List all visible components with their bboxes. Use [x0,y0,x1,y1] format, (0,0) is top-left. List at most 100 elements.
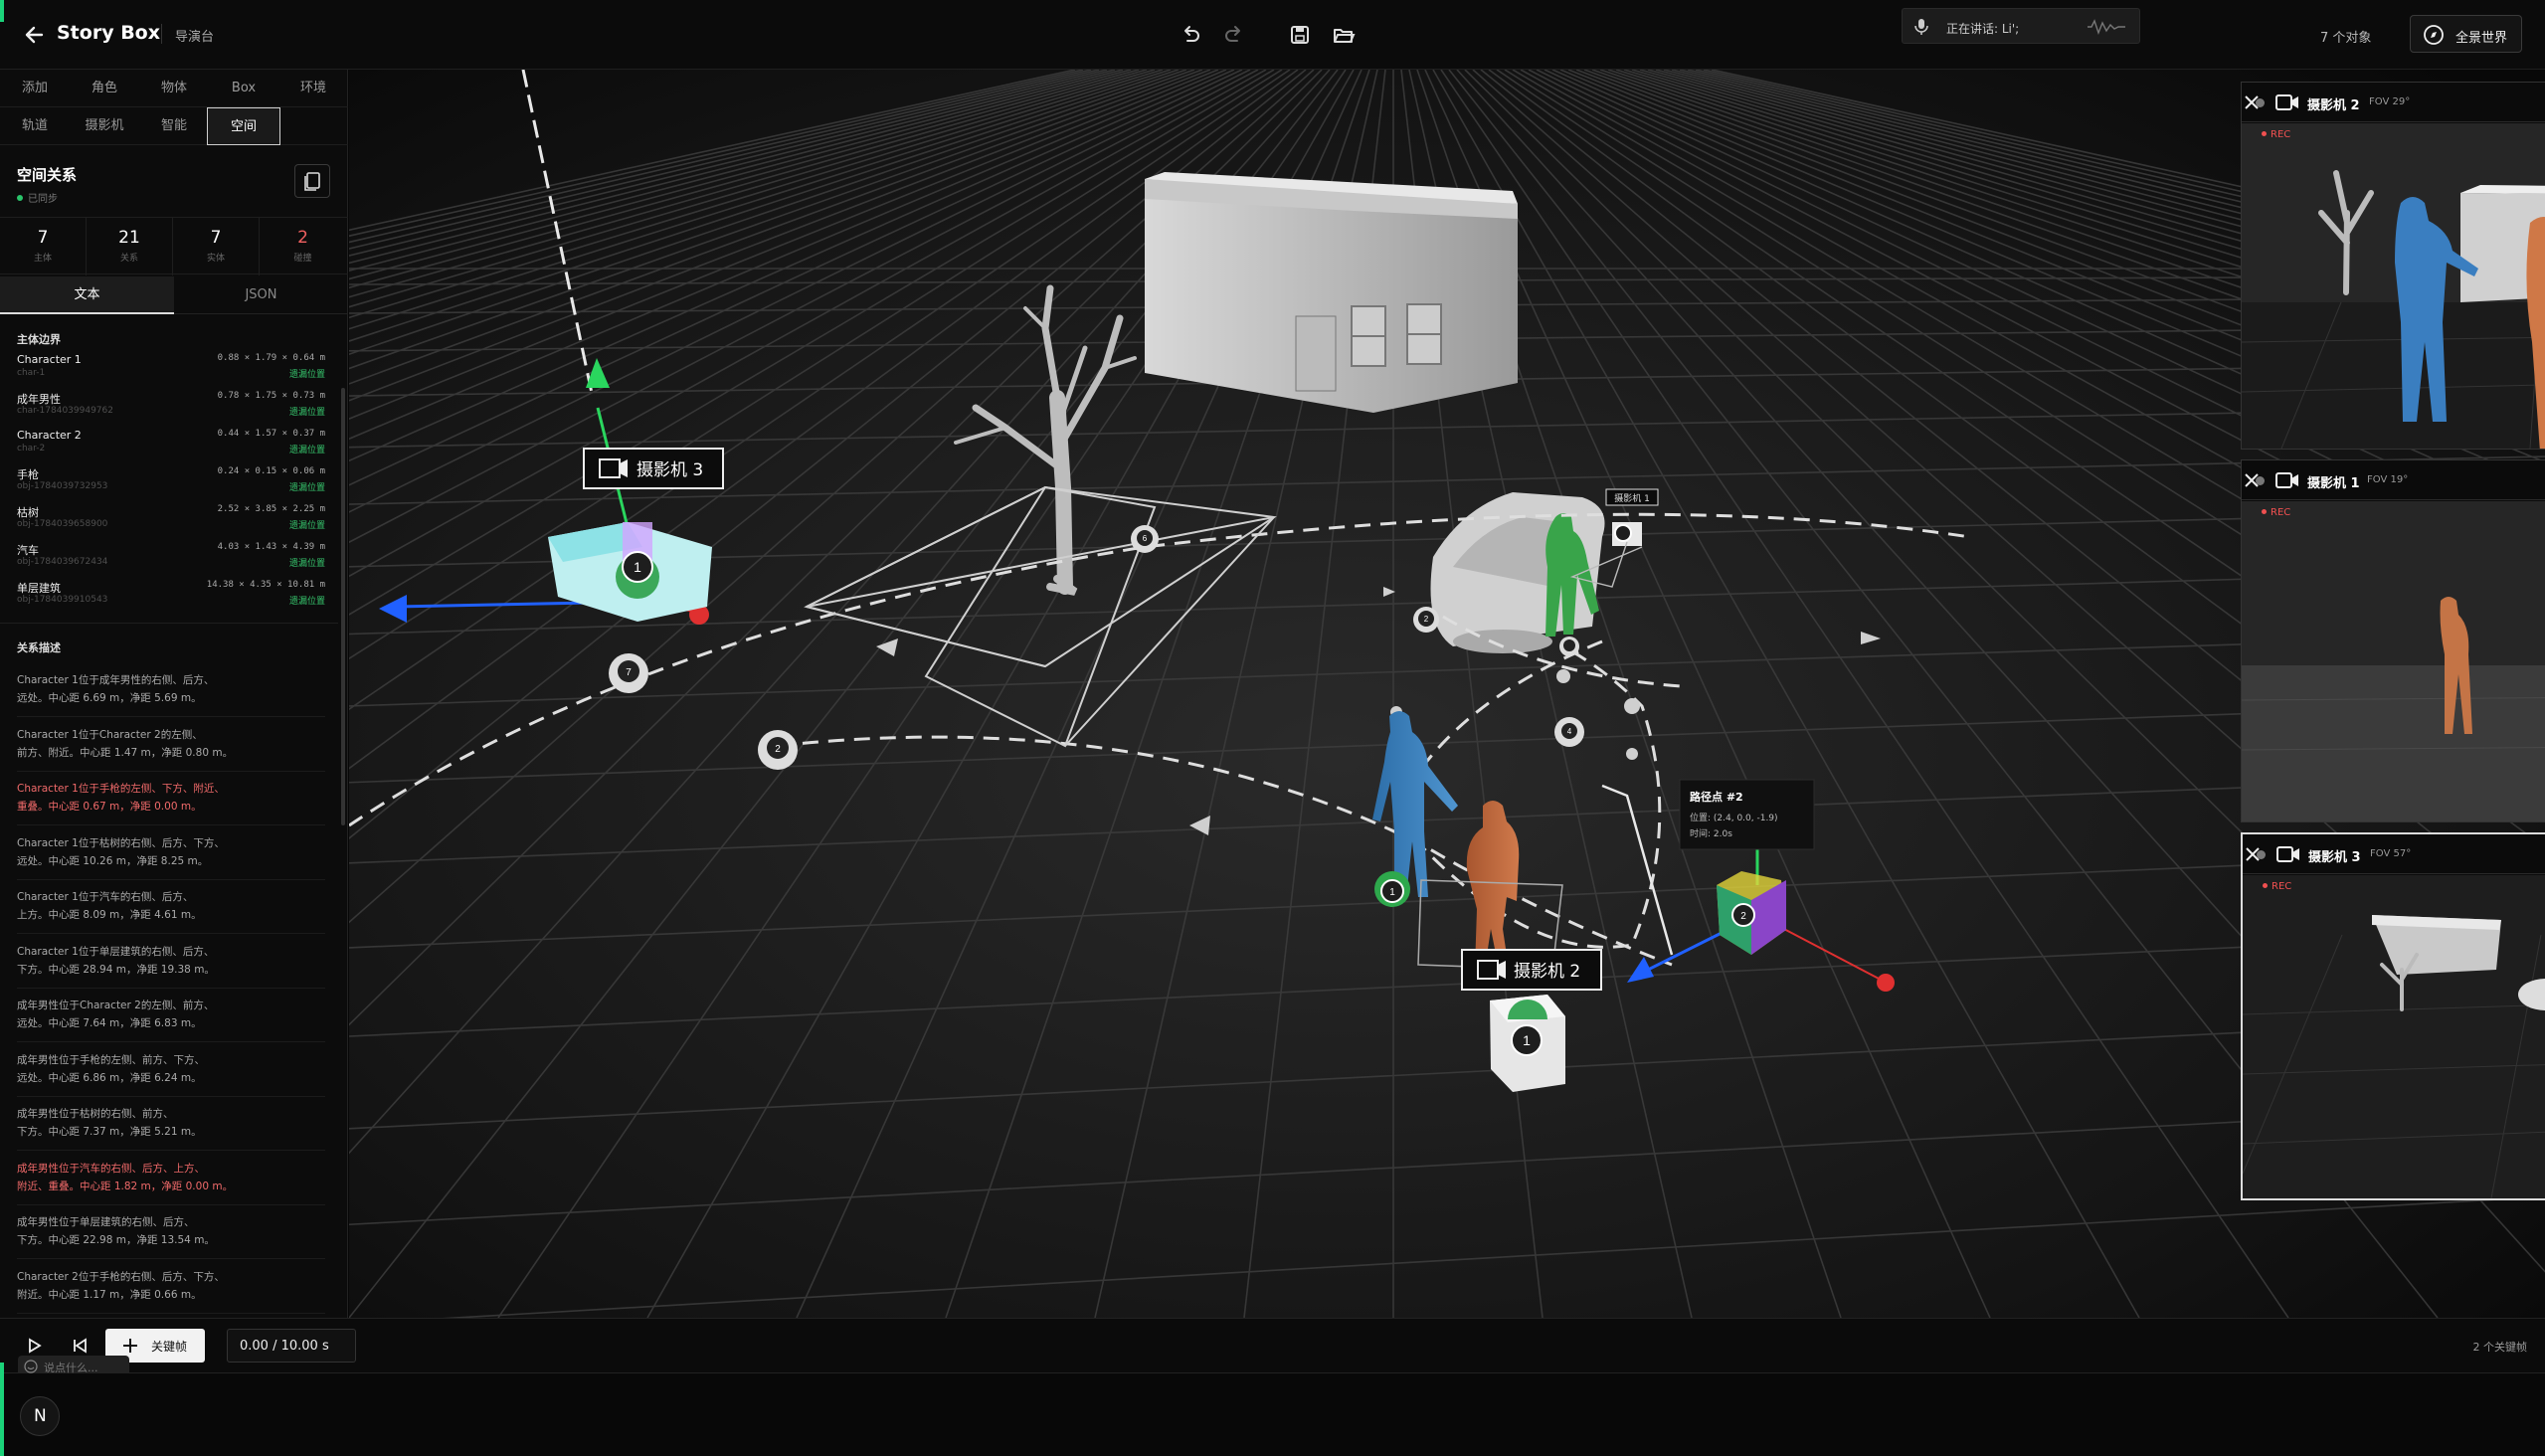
sync-text: 已同步 [28,194,58,205]
relation-line-2: 下方。中心距 22.98 m，净距 13.54 m。 [17,1234,215,1246]
tab-box[interactable]: Box [209,70,278,107]
camera2-body[interactable]: 1 [1490,995,1565,1092]
accent-edge-top [0,0,4,22]
camera1-preview-panel[interactable]: 摄影机 1 FOV 19° REC [2241,459,2545,822]
sidebar-scrollbar[interactable] [341,388,345,825]
stat-subjects: 7 主体 [0,218,87,275]
entity-name: Character 2 [17,429,82,442]
camera-fov: FOV 57° [2370,848,2412,859]
subtab-json[interactable]: JSON [174,276,348,314]
subtab-text[interactable]: 文本 [0,276,174,314]
entity-id: obj-1784039910543 [17,595,108,605]
tab-space[interactable]: 空间 [207,107,280,145]
relation-item: Character 1位于Character 2的左侧、 前方、附近。中心距 1.… [17,726,325,762]
rec-indicator: REC [2262,507,2290,518]
relation-line-1: 成年男性位于手枪的左侧、前方、下方、 [17,1053,205,1066]
relation-separator [17,878,325,880]
tab-camera[interactable]: 摄影机 [70,107,139,145]
entity-row[interactable]: 枯树 obj-1784039658900 2.52 × 3.85 × 2.25 m 遗… [17,504,325,541]
stats-row: 7 主体 21 关系 7 实体 2 碰撞 [0,217,348,275]
video-camera-icon [2275,94,2298,110]
relation-line-2: 远处。中心距 7.64 m，净距 6.83 m。 [17,1017,202,1029]
close-icon[interactable] [2242,92,2262,112]
camera3-preview-panel[interactable]: 摄影机 3 FOV 57° REC [2241,832,2545,1200]
camera3-label[interactable]: 摄影机 3 [583,448,724,489]
stat-label: 碰撞 [293,254,312,264]
n-logo-letter: N [34,1406,47,1426]
node-number: 2 [775,744,781,755]
skip-to-start-icon[interactable] [72,1338,88,1354]
camera2-label[interactable]: 摄影机 2 [1461,949,1602,991]
scene-canvas[interactable]: 1 摄影机 3 7 2 6 2 4 摄影机 1 1 2 路径点 #2 位置: (… [349,70,2545,1318]
entity-name: 单层建筑 [17,582,61,595]
voice-text: 正在讲话: Li'; [1946,22,2020,36]
waypoint-node-3: 2 [1413,607,1439,633]
entities-heading: 主体边界 [17,333,61,346]
n-logo-button[interactable]: N [20,1396,60,1436]
node-number: 4 [1567,727,1572,736]
relation-line-1: Character 1位于汽车的右侧、后方、 [17,891,194,903]
tab-character[interactable]: 角色 [70,70,139,107]
entity-row[interactable]: 汽车 obj-1784039672434 4.03 × 1.43 × 4.39 m 遗… [17,542,325,579]
entity-status: 遗漏位置 [288,370,325,380]
time-value: 0.00 / 10.00 s [240,1339,329,1354]
node-number: 6 [1143,534,1148,543]
camera2-preview-header: 摄影机 2 FOV 29° [2242,83,2545,122]
section-divider [0,623,338,624]
relation-item: Character 2位于手枪的右侧、后方、下方、 附近。中心距 1.17 m，净… [17,1268,325,1304]
relation-item: 成年男性位于枯树的右侧、前方、 下方。中心距 7.37 m，净距 5.21 m。 [17,1105,325,1141]
relation-line-2: 下方。中心距 7.37 m，净距 5.21 m。 [17,1126,202,1138]
camera3-preview-view: REC [2243,875,2545,1198]
voice-status[interactable]: 正在讲话: Li'; [1902,8,2140,44]
back-arrow-icon[interactable] [22,20,52,50]
camera2-preview-panel[interactable]: 摄影机 2 FOV 29° REC [2241,82,2545,450]
waypoint-node-4 [1559,637,1579,656]
entity-name: 汽车 [17,544,39,557]
close-icon[interactable] [2242,470,2262,490]
stat-label: 实体 [206,254,225,264]
tab-row-1: 添加 角色 物体 Box 环境 [0,70,348,107]
relation-separator [17,933,325,934]
entity-row[interactable]: Character 2 char-2 0.44 × 1.57 × 0.37 m 遗漏位… [17,429,325,465]
undo-icon[interactable] [1178,22,1203,48]
relation-line-2: 远处。中心距 6.86 m，净距 6.24 m。 [17,1071,202,1084]
save-icon[interactable] [1287,22,1313,48]
time-display[interactable]: 0.00 / 10.00 s [227,1329,356,1363]
tab-track[interactable]: 轨道 [0,107,70,145]
stat-value: 21 [118,228,140,248]
entity-dimensions: 0.78 × 1.75 × 0.73 m [217,391,325,401]
close-icon[interactable] [2243,844,2263,864]
rec-indicator: REC [2262,129,2290,140]
mode-label[interactable]: 导演台 [175,26,214,45]
entity-dimensions: 0.88 × 1.79 × 0.64 m [217,353,325,363]
relation-item: Character 1位于枯树的右侧、后方、下方、 远处。中心距 10.26 m，… [17,834,325,870]
3d-viewport[interactable]: 1 摄影机 3 7 2 6 2 4 摄影机 1 1 2 路径点 #2 位置: (… [349,70,2545,1318]
camera3-label-text: 摄影机 3 [636,460,703,480]
relation-line-1: Character 1位于枯树的右侧、后方、下方、 [17,836,225,849]
open-folder-icon[interactable] [1331,22,1357,48]
node-number: 7 [626,667,632,678]
entity-row[interactable]: Character 1 char-1 0.88 × 1.79 × 0.64 m 遗漏位… [17,353,325,390]
tab-object[interactable]: 物体 [139,70,209,107]
tab-smart[interactable]: 智能 [139,107,209,145]
play-icon[interactable] [28,1338,42,1354]
camera-name: 摄影机 2 [2307,98,2360,113]
relation-line-1: Character 1位于成年男性的右侧、后方、 [17,674,215,686]
entity-row[interactable]: 成年男性 char-1784039949762 0.78 × 1.75 × 0.73… [17,391,325,428]
panorama-world-button[interactable]: 全景世界 [2410,15,2522,53]
relation-line-2: 上方。中心距 8.09 m，净距 4.61 m。 [17,909,202,921]
tab-add[interactable]: 添加 [0,70,70,107]
relation-line-1: Character 1位于单层建筑的右侧、后方、 [17,945,215,958]
entity-status: 遗漏位置 [288,597,325,607]
redo-icon[interactable] [1221,22,1247,48]
tab-environment[interactable]: 环境 [278,70,348,107]
entity-row[interactable]: 单层建筑 obj-1784039910543 14.38 × 4.35 × 10.8… [17,580,325,617]
waypoint-node-1[interactable]: 1 [1374,871,1410,907]
entity-id: obj-1784039732953 [17,481,108,491]
video-camera-icon [2276,846,2299,862]
entity-row[interactable]: 手枪 obj-1784039732953 0.24 × 0.15 × 0.06 m 遗… [17,466,325,503]
sync-dot [17,195,23,201]
copy-button[interactable] [294,164,330,198]
building-model[interactable] [1145,172,1518,413]
section-title: 空间关系 [17,166,78,184]
